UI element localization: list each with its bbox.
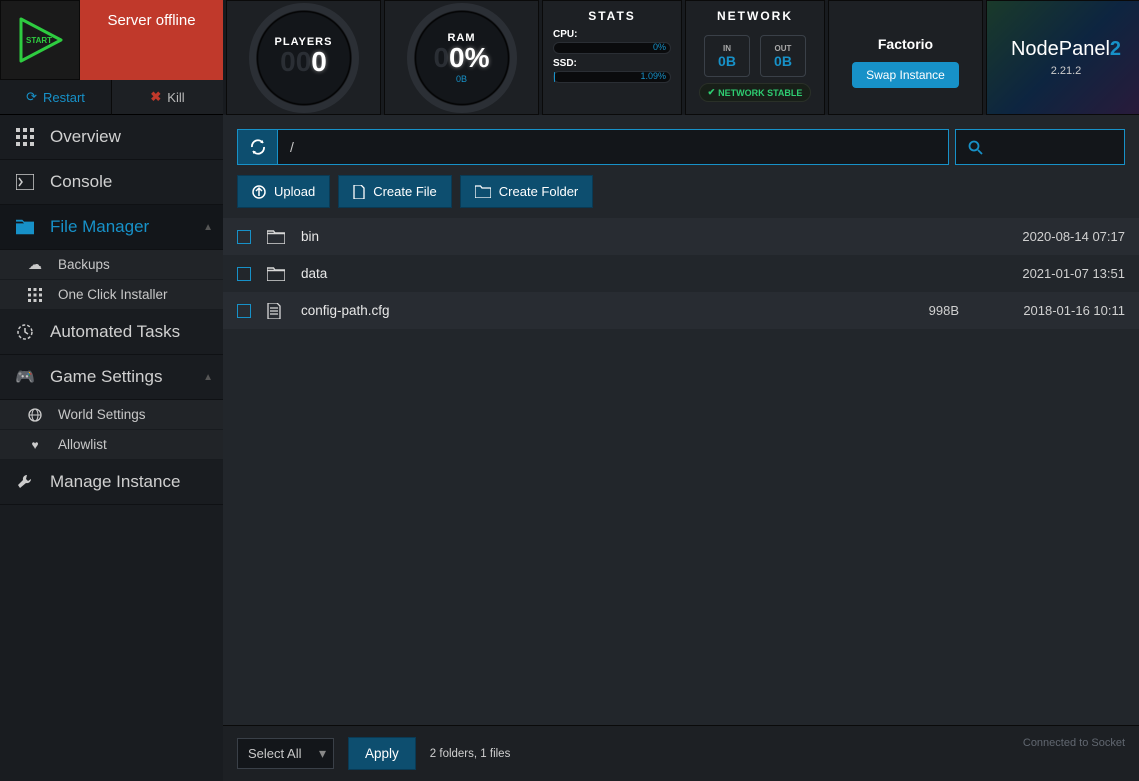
kill-label: Kill	[167, 90, 184, 105]
restart-label: Restart	[43, 90, 85, 105]
file-count-text: 2 folders, 1 files	[430, 748, 511, 760]
game-panel: Factorio Swap Instance	[828, 0, 983, 115]
restart-button[interactable]: ⟳ Restart	[0, 80, 112, 115]
file-row[interactable]: config-path.cfg 998B 2018-01-16 10:11	[223, 292, 1139, 329]
check-icon: ✔	[708, 87, 716, 98]
sidebar-item-label: Automated Tasks	[50, 322, 180, 342]
chevron-up-icon: ▲	[203, 372, 213, 383]
sidebar-item-file-manager[interactable]: File Manager ▲	[0, 205, 223, 250]
cpu-bar: 0%	[553, 42, 671, 54]
sidebar-item-backups[interactable]: ☁ Backups	[0, 250, 223, 280]
network-stable-badge: ✔NETWORK STABLE	[699, 83, 812, 102]
file-date: 2018-01-16 10:11	[975, 303, 1125, 318]
file-date: 2021-01-07 13:51	[975, 266, 1125, 281]
grid-small-icon	[26, 288, 44, 302]
file-name: bin	[301, 229, 843, 244]
create-folder-button[interactable]: Create Folder	[460, 175, 593, 208]
cpu-pct: 0%	[653, 42, 666, 52]
folder-icon	[267, 267, 285, 281]
file-icon	[353, 185, 365, 199]
sidebar-item-allowlist[interactable]: ♥ Allowlist	[0, 430, 223, 460]
search-icon	[968, 140, 983, 155]
folder-icon	[267, 230, 285, 244]
sidebar-item-label: Backups	[58, 257, 110, 272]
file-name: data	[301, 266, 843, 281]
players-value: 000	[280, 46, 327, 80]
heart-icon: ♥	[26, 438, 44, 452]
brand-version: 2.21.2	[1051, 65, 1082, 77]
sidebar-item-label: Game Settings	[50, 367, 162, 387]
sidebar-item-label: World Settings	[58, 407, 146, 422]
close-icon: ✖	[150, 89, 161, 105]
row-checkbox[interactable]	[237, 267, 251, 281]
chevron-up-icon: ▲	[203, 222, 213, 233]
sidebar-item-one-click-installer[interactable]: One Click Installer	[0, 280, 223, 310]
sidebar-item-label: Console	[50, 172, 112, 192]
ram-sub: 0B	[456, 74, 467, 84]
sidebar-item-world-settings[interactable]: World Settings	[0, 400, 223, 430]
cpu-label: CPU:	[553, 29, 671, 40]
file-icon	[267, 303, 285, 319]
gamepad-icon: 🎮	[16, 367, 34, 387]
sidebar-item-game-settings[interactable]: 🎮 Game Settings ▲	[0, 355, 223, 400]
brand-panel: NodePanel2 2.21.2	[986, 0, 1139, 115]
socket-status: Connected to Socket	[1023, 737, 1125, 749]
sidebar-item-automated-tasks[interactable]: Automated Tasks	[0, 310, 223, 355]
svg-text:START: START	[26, 36, 52, 45]
file-name: config-path.cfg	[301, 303, 843, 318]
ssd-bar: 1.09%	[553, 71, 671, 83]
sidebar: Overview Console File Manager ▲ ☁ Backup…	[0, 115, 223, 781]
file-list: bin 2020-08-14 07:17 data 2021-01-07 13:…	[223, 218, 1139, 725]
file-row[interactable]: data 2021-01-07 13:51	[223, 255, 1139, 292]
select-action-dropdown[interactable]: Select All	[237, 738, 334, 769]
terminal-icon	[16, 174, 34, 190]
sidebar-item-label: Manage Instance	[50, 472, 180, 492]
ram-gauge: RAM 00% 0B	[384, 0, 539, 115]
globe-icon	[26, 408, 44, 422]
kill-button[interactable]: ✖ Kill	[112, 80, 223, 115]
sidebar-item-label: Allowlist	[58, 437, 107, 452]
row-checkbox[interactable]	[237, 304, 251, 318]
row-checkbox[interactable]	[237, 230, 251, 244]
sidebar-item-label: One Click Installer	[58, 287, 168, 302]
game-title: Factorio	[878, 36, 933, 52]
network-out: OUT 0B	[760, 35, 806, 77]
search-input[interactable]	[955, 129, 1125, 165]
grid-icon	[16, 128, 34, 146]
refresh-icon	[249, 138, 267, 156]
swap-instance-button[interactable]: Swap Instance	[852, 62, 959, 88]
create-file-button[interactable]: Create File	[338, 175, 452, 208]
upload-button[interactable]: Upload	[237, 175, 330, 208]
tasks-icon	[16, 323, 34, 341]
sidebar-item-label: Overview	[50, 127, 121, 147]
sidebar-item-overview[interactable]: Overview	[0, 115, 223, 160]
file-row[interactable]: bin 2020-08-14 07:17	[223, 218, 1139, 255]
ssd-pct: 1.09%	[640, 71, 666, 81]
refresh-icon: ⟳	[26, 89, 37, 105]
network-panel: NETWORK IN 0B OUT 0B ✔NETWORK STABLE	[685, 0, 825, 115]
path-refresh-button[interactable]	[237, 129, 277, 165]
folder-icon	[16, 219, 34, 235]
network-in: IN 0B	[704, 35, 750, 77]
file-size: 998B	[859, 303, 959, 318]
server-status: Server offline	[80, 0, 223, 80]
players-gauge: PLAYERS 000	[226, 0, 381, 115]
stats-title: STATS	[588, 9, 636, 23]
sidebar-item-console[interactable]: Console	[0, 160, 223, 205]
brand-name: NodePanel2	[1011, 38, 1121, 61]
file-date: 2020-08-14 07:17	[975, 229, 1125, 244]
path-input[interactable]	[277, 129, 949, 165]
sidebar-item-manage-instance[interactable]: Manage Instance	[0, 460, 223, 505]
ssd-label: SSD:	[553, 58, 671, 69]
stats-panel: STATS CPU: 0% SSD: 1.09%	[542, 0, 682, 115]
apply-button[interactable]: Apply	[348, 737, 416, 770]
folder-icon	[475, 185, 491, 198]
cloud-icon: ☁	[26, 256, 44, 273]
start-button[interactable]: START	[0, 0, 80, 80]
wrench-icon	[16, 473, 34, 491]
upload-icon	[252, 185, 266, 199]
sidebar-item-label: File Manager	[50, 217, 149, 237]
network-title: NETWORK	[717, 9, 793, 23]
ram-value: 00%	[433, 42, 489, 76]
